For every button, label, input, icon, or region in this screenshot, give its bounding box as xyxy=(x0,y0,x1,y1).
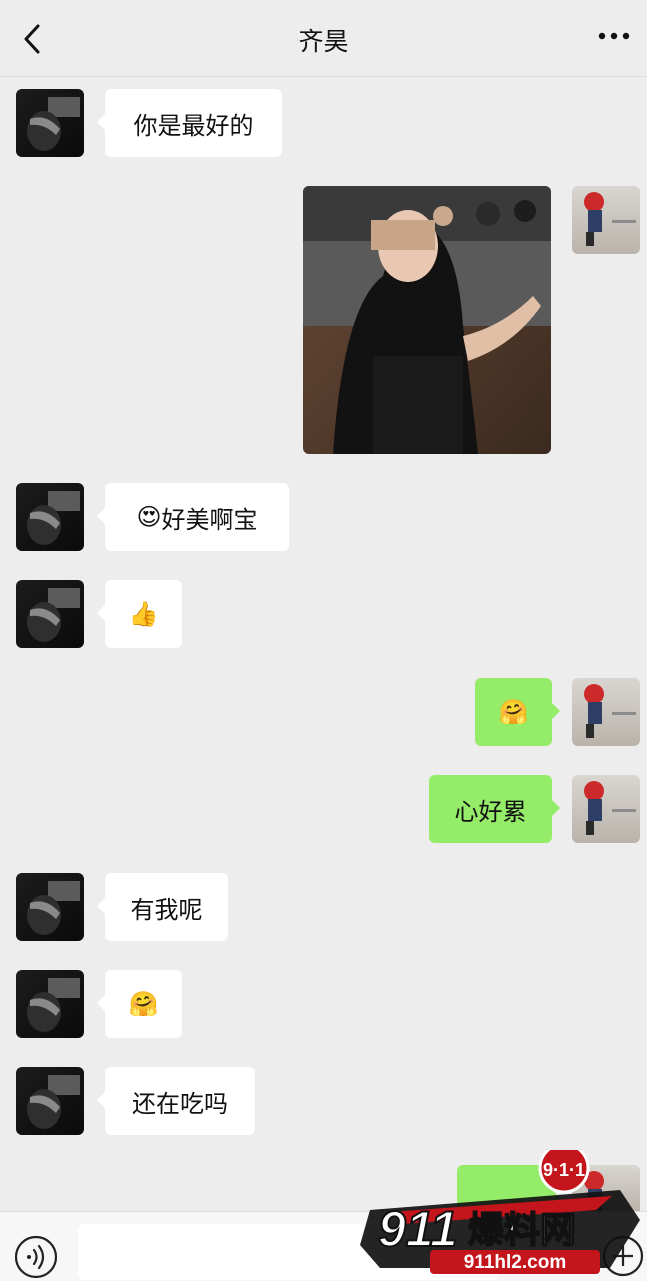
contact-avatar[interactable] xyxy=(16,873,84,941)
contact-avatar[interactable] xyxy=(16,483,84,551)
heart-eyes-emoji: 😍 xyxy=(136,503,162,531)
message-bubble-incoming[interactable]: 🤗 xyxy=(97,970,182,1038)
watermark-logo: 9·1·1 911 爆料网 911hl2.com xyxy=(360,1150,640,1274)
contact-avatar[interactable] xyxy=(16,970,84,1038)
my-avatar[interactable] xyxy=(572,775,640,843)
contact-avatar[interactable] xyxy=(16,89,84,157)
thumbs-up-emoji: 👍 xyxy=(128,600,159,628)
my-avatar[interactable] xyxy=(572,678,640,746)
chat-title: 齐昊 xyxy=(298,27,349,56)
top-bar: 齐昊 xyxy=(0,0,647,77)
svg-text:9·1·1: 9·1·1 xyxy=(543,1160,585,1180)
hug-emoji: 🤗 xyxy=(498,698,529,726)
message-bubble-incoming[interactable]: 你是最好的 xyxy=(97,89,282,157)
svg-text:911: 911 xyxy=(378,1201,458,1257)
message-bubble-incoming[interactable]: 有我呢 xyxy=(97,873,228,941)
message-text: 有我呢 xyxy=(130,895,203,924)
voice-icon[interactable] xyxy=(14,1235,58,1279)
message-bubble-incoming[interactable]: 还在吃吗 xyxy=(97,1067,255,1135)
message-bubble-outgoing[interactable]: 心好累 xyxy=(429,775,560,843)
more-dots-icon[interactable] xyxy=(597,26,631,46)
message-text: 心好累 xyxy=(454,797,527,826)
message-image[interactable] xyxy=(303,186,551,454)
svg-text:911hl2.com: 911hl2.com xyxy=(464,1252,566,1273)
my-avatar[interactable] xyxy=(572,186,640,254)
message-text: 好美啊宝 xyxy=(161,505,258,534)
message-bubble-outgoing[interactable]: 🤗 xyxy=(475,678,560,746)
contact-avatar[interactable] xyxy=(16,1067,84,1135)
contact-avatar[interactable] xyxy=(16,580,84,648)
message-text: 你是最好的 xyxy=(133,111,254,140)
svg-text:爆料网: 爆料网 xyxy=(468,1210,576,1251)
message-text: 还在吃吗 xyxy=(132,1089,228,1118)
hug-emoji: 🤗 xyxy=(128,990,159,1018)
message-bubble-incoming[interactable]: 👍 xyxy=(97,580,182,648)
message-bubble-incoming[interactable]: 😍 好美啊宝 xyxy=(97,483,289,551)
